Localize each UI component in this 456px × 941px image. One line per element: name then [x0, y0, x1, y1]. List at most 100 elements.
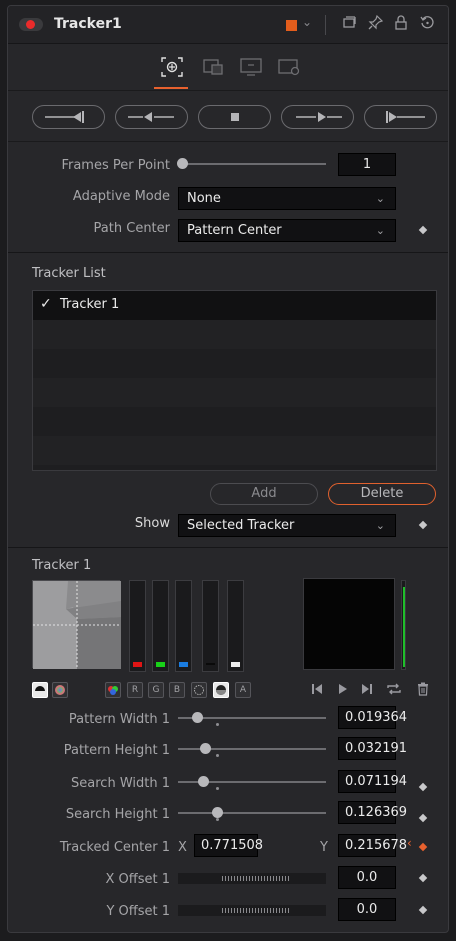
path-center-dropdown[interactable]: Pattern Center ⌄ — [178, 219, 396, 242]
pattern-preview — [32, 580, 121, 669]
tracker-list-item[interactable]: ✓ Tracker 1 — [33, 291, 436, 320]
first-frame-icon[interactable] — [311, 682, 323, 700]
tracked-center-y-input[interactable]: 0.215678 — [338, 834, 407, 857]
search-height-input[interactable]: 0.126369 — [338, 801, 407, 824]
y-offset-label: Y Offset 1 — [106, 904, 170, 919]
track-forward-button[interactable] — [281, 105, 354, 129]
match-meter — [401, 580, 406, 670]
previous-keyframe-icon[interactable]: ‹ — [407, 836, 412, 850]
tracker-viewer — [303, 578, 395, 670]
color-wheel-button[interactable] — [52, 682, 68, 698]
search-height-label: Search Height 1 — [65, 807, 170, 822]
red-channel-meter — [129, 580, 146, 672]
pattern-height-input[interactable]: 0.032191 — [338, 737, 407, 760]
last-frame-icon[interactable] — [361, 682, 373, 700]
adaptive-mode-dropdown[interactable]: None ⌄ — [178, 187, 396, 210]
display-tab-icon[interactable] — [238, 55, 264, 79]
pattern-width-knob[interactable] — [192, 712, 203, 723]
power-toggle-icon[interactable] — [19, 18, 43, 31]
tracked-center-x-input[interactable]: 0.771508 — [194, 834, 263, 857]
track-to-end-button[interactable] — [364, 105, 437, 129]
green-channel-meter — [152, 580, 169, 672]
pattern-width-label: Pattern Width 1 — [68, 712, 170, 727]
versions-icon[interactable] — [342, 15, 357, 34]
blue-channel-meter — [175, 580, 192, 672]
play-icon[interactable] — [337, 682, 349, 700]
chevron-down-icon[interactable]: ⌄ — [302, 15, 312, 29]
settings-tab-icon[interactable] — [276, 55, 302, 79]
show-dropdown[interactable]: Selected Tracker ⌄ — [178, 514, 396, 537]
x-offset-input[interactable]: 0.0 — [338, 866, 396, 889]
keyframe-diamond-icon[interactable] — [418, 225, 428, 235]
luminance-channel-button[interactable] — [32, 682, 48, 698]
add-tracker-button[interactable]: Add — [210, 483, 318, 505]
show-value: Selected Tracker — [187, 518, 295, 533]
pattern-height-label: Pattern Height 1 — [63, 743, 170, 758]
search-width-input[interactable]: 0.071194 — [338, 770, 407, 793]
keyframe-diamond-icon[interactable] — [418, 873, 428, 883]
show-label: Show — [134, 516, 170, 531]
color-swatch[interactable] — [286, 20, 297, 31]
luma-channel-meter — [227, 580, 244, 672]
pin-icon[interactable] — [368, 14, 384, 34]
default-marker — [216, 787, 219, 790]
adaptive-mode-value: None — [187, 191, 221, 206]
x-offset-label: X Offset 1 — [105, 872, 171, 887]
frames-per-point-knob[interactable] — [177, 158, 188, 169]
green-channel-button[interactable]: G — [148, 682, 164, 698]
frames-per-point-input[interactable]: 1 — [338, 153, 396, 176]
path-center-value: Pattern Center — [187, 223, 282, 238]
pattern-height-knob[interactable] — [200, 743, 211, 754]
y-offset-thumbwheel[interactable] — [178, 905, 326, 916]
x-offset-thumbwheel[interactable] — [178, 873, 326, 884]
loop-icon[interactable] — [386, 682, 402, 700]
default-marker — [216, 818, 219, 821]
red-channel-button[interactable]: R — [127, 682, 143, 698]
empty-row — [33, 349, 436, 378]
inspector-tabs — [8, 45, 448, 91]
delete-tracker-button[interactable]: Delete — [328, 483, 436, 505]
empty-row — [33, 320, 436, 349]
rgb-channel-button[interactable] — [105, 682, 121, 698]
alpha-channel-button[interactable]: A — [235, 682, 251, 698]
chevron-down-icon: ⌄ — [375, 192, 385, 205]
operation-tab-icon[interactable] — [201, 55, 227, 79]
search-width-label: Search Width 1 — [71, 776, 170, 791]
checkmark-icon[interactable]: ✓ — [40, 296, 52, 312]
hue-channel-button[interactable] — [191, 682, 207, 698]
saturation-channel-button[interactable] — [213, 682, 229, 698]
lock-icon[interactable] — [394, 15, 408, 34]
track-to-start-button[interactable] — [32, 105, 105, 129]
keyframe-diamond-icon[interactable] — [418, 782, 428, 792]
header-divider — [325, 15, 326, 35]
keyframe-diamond-icon[interactable] — [418, 842, 428, 852]
tracker-list-title: Tracker List — [32, 266, 106, 281]
inspector-panel: Tracker1 ⌄ Frames Per Point 1 Adaptive M… — [7, 5, 449, 933]
x-coordinate-label: X — [178, 840, 187, 855]
default-marker — [216, 723, 219, 726]
node-header: Tracker1 ⌄ — [8, 6, 448, 44]
frames-per-point-label: Frames Per Point — [61, 158, 170, 173]
blue-channel-button[interactable]: B — [169, 682, 185, 698]
frames-per-point-slider[interactable] — [180, 163, 326, 165]
y-offset-input[interactable]: 0.0 — [338, 898, 396, 921]
chevron-down-icon: ⌄ — [375, 224, 385, 237]
search-height-knob[interactable] — [212, 807, 223, 818]
reset-icon[interactable] — [420, 15, 435, 34]
keyframe-diamond-icon[interactable] — [418, 813, 428, 823]
track-reverse-button[interactable] — [115, 105, 188, 129]
pattern-width-input[interactable]: 0.019364 — [338, 706, 407, 729]
node-title: Tracker1 — [54, 16, 122, 32]
tracker-controls-tab-icon[interactable] — [159, 55, 185, 79]
keyframe-diamond-icon[interactable] — [418, 905, 428, 915]
path-center-label: Path Center — [93, 221, 170, 236]
default-marker — [216, 754, 219, 757]
active-tab-indicator — [154, 87, 188, 89]
search-height-slider[interactable] — [178, 812, 326, 814]
trash-icon[interactable] — [417, 682, 429, 700]
search-width-knob[interactable] — [198, 776, 209, 787]
chevron-down-icon: ⌄ — [375, 519, 385, 532]
stop-tracking-button[interactable] — [198, 105, 271, 129]
adaptive-mode-label: Adaptive Mode — [72, 189, 170, 204]
keyframe-diamond-icon[interactable] — [418, 520, 428, 530]
